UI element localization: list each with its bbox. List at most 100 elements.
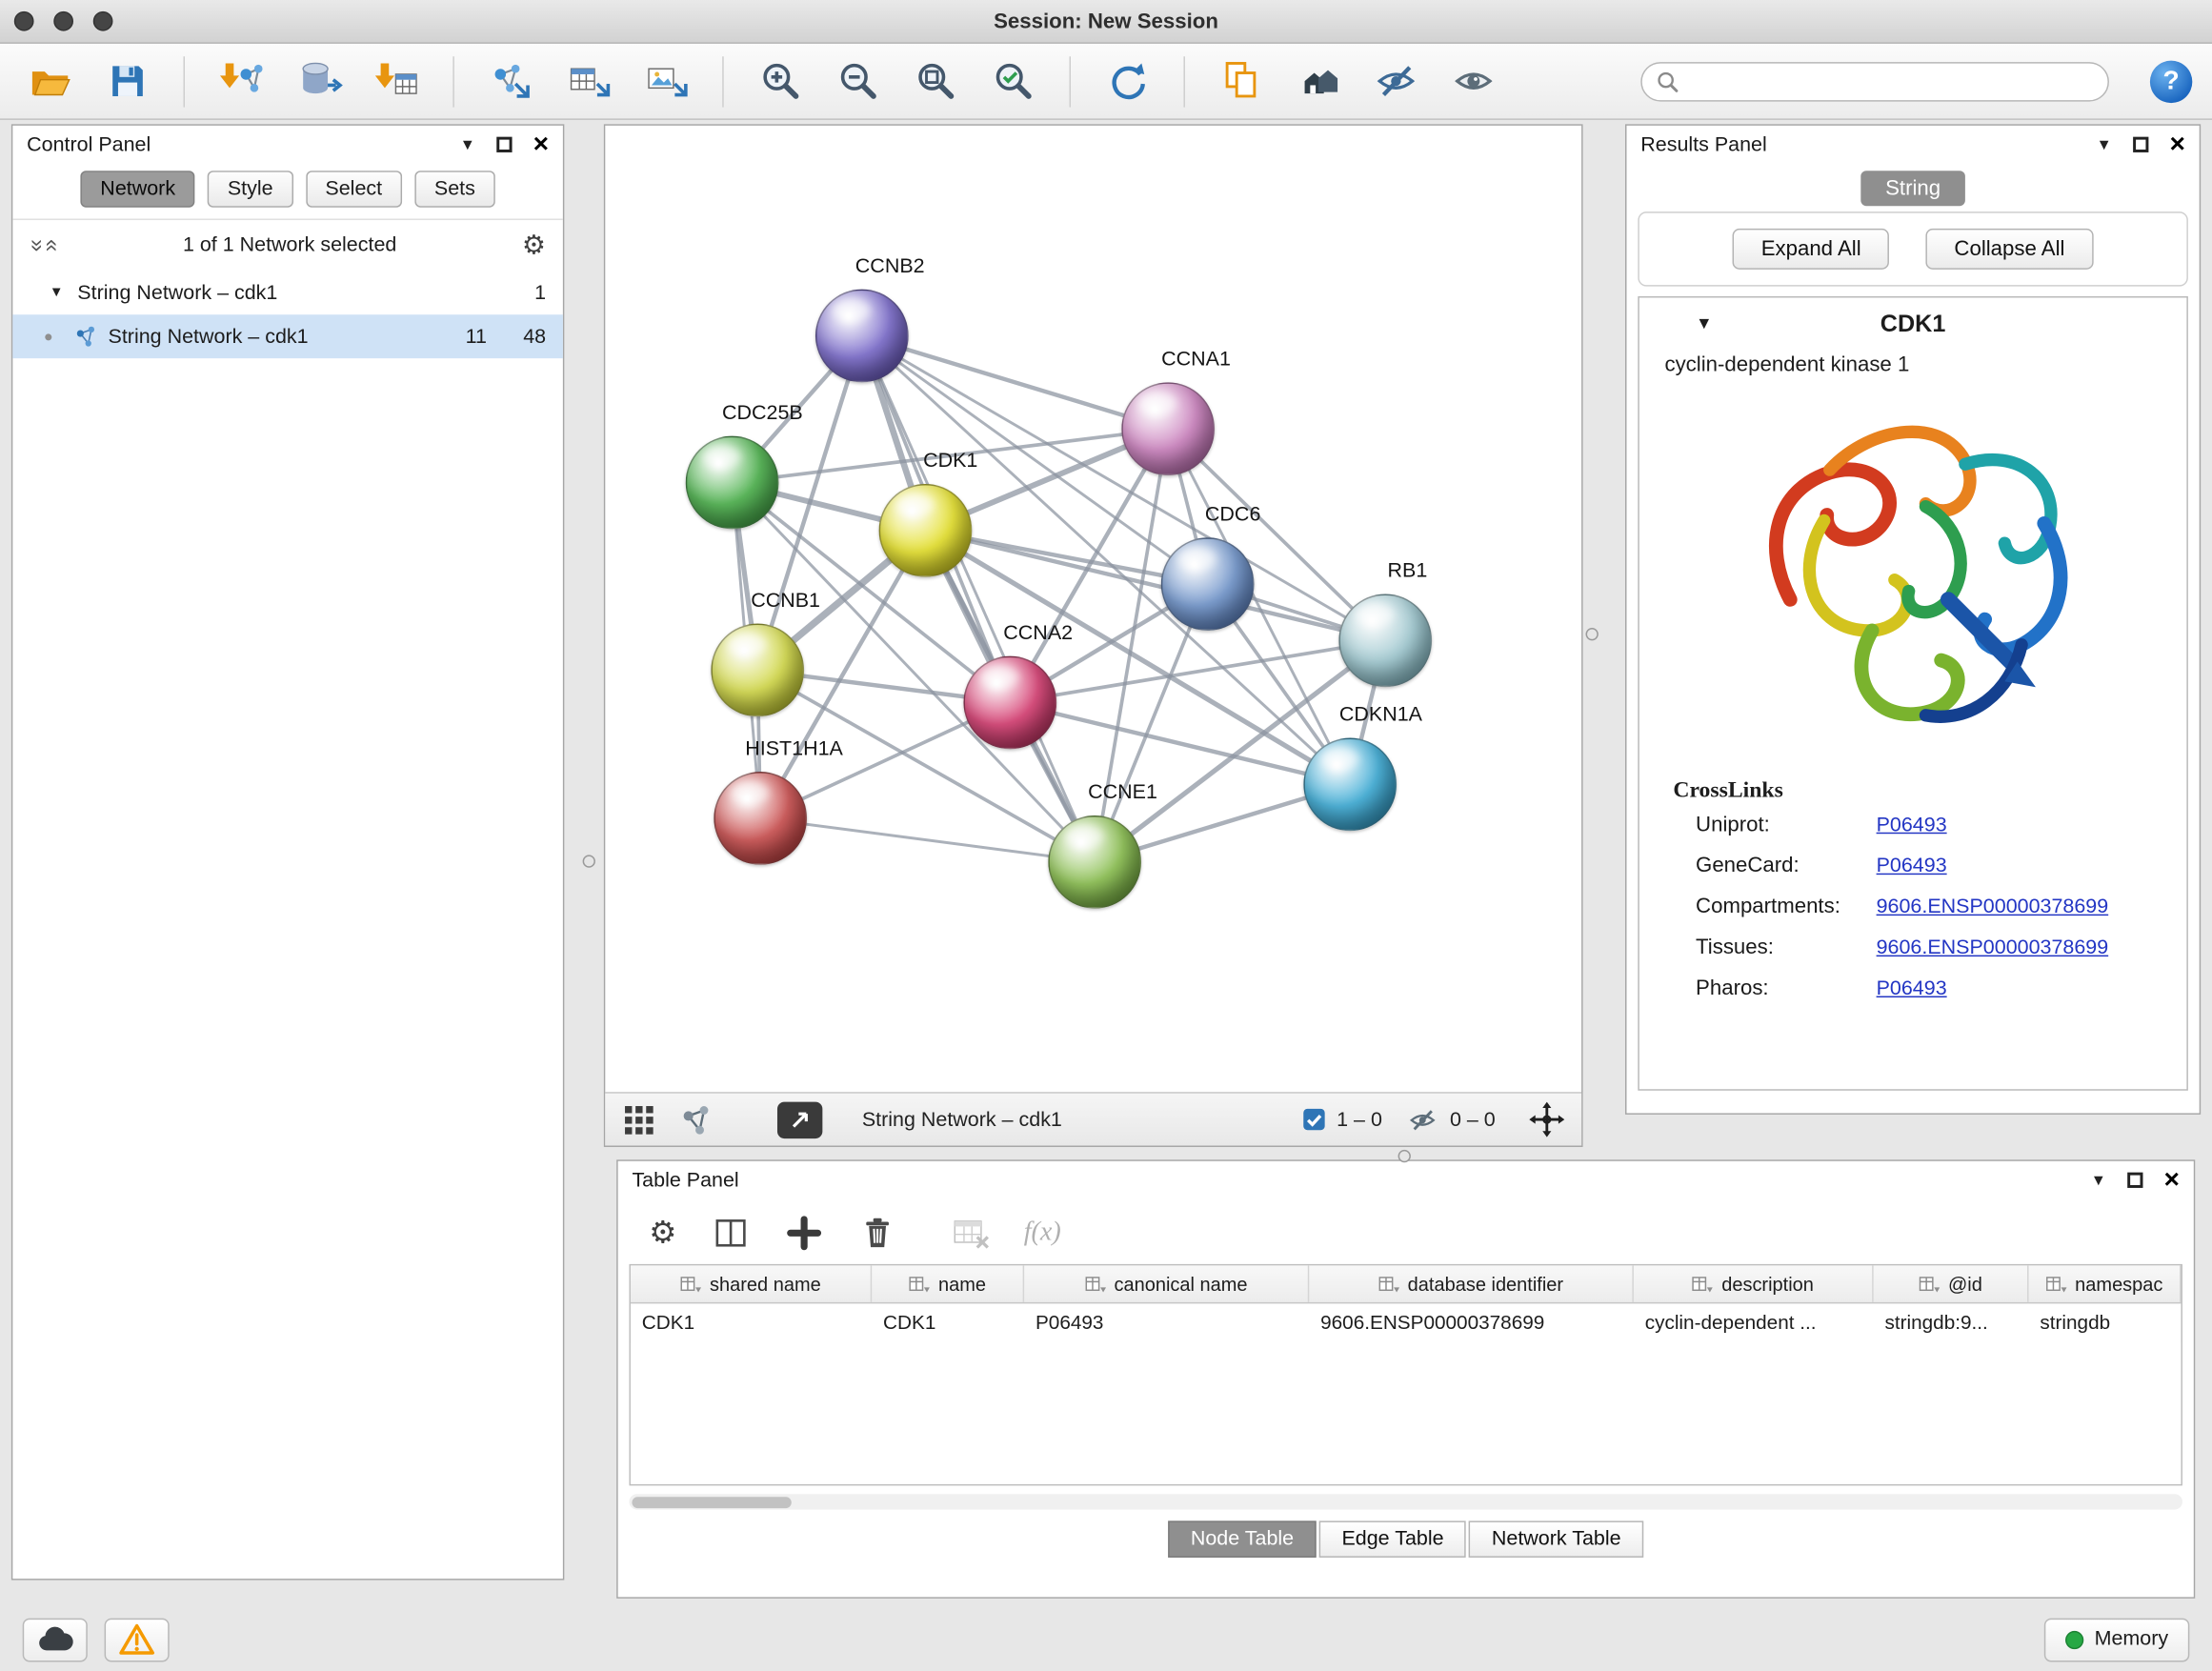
hidden-eye-slash-icon[interactable] bbox=[1408, 1104, 1439, 1136]
column-header-shared-name[interactable]: shared name bbox=[631, 1265, 872, 1302]
tab-network-table[interactable]: Network Table bbox=[1469, 1520, 1643, 1558]
hide-selected-button[interactable] bbox=[1370, 54, 1423, 108]
warnings-button[interactable] bbox=[105, 1618, 170, 1661]
selected-checkbox-icon[interactable] bbox=[1301, 1108, 1325, 1132]
zoom-selected-button[interactable] bbox=[986, 54, 1039, 108]
expand-all-button[interactable]: Expand All bbox=[1733, 229, 1889, 270]
crosslink-value-link[interactable]: P06493 bbox=[1877, 977, 1947, 1000]
maximize-panel-icon[interactable] bbox=[2133, 137, 2148, 152]
network-node-cdkn1a[interactable] bbox=[1303, 738, 1397, 832]
home-button[interactable] bbox=[1293, 54, 1346, 108]
network-edge[interactable] bbox=[862, 335, 1095, 861]
search-input[interactable] bbox=[1687, 70, 2093, 92]
splitter-handle[interactable] bbox=[1398, 1150, 1411, 1162]
cloud-status-button[interactable] bbox=[23, 1618, 88, 1661]
horizontal-scrollbar[interactable] bbox=[629, 1494, 2182, 1509]
close-panel-icon[interactable]: × bbox=[2164, 1170, 2180, 1190]
maximize-panel-icon[interactable] bbox=[2127, 1173, 2142, 1188]
network-node-ccna2[interactable] bbox=[963, 656, 1056, 750]
table-row[interactable]: CDK1CDK1P064939606.ENSP00000378699cyclin… bbox=[631, 1303, 2182, 1342]
close-window-button[interactable] bbox=[14, 11, 34, 31]
tab-style[interactable]: Style bbox=[208, 171, 292, 208]
network-edge[interactable] bbox=[862, 335, 1168, 429]
scrollbar-thumb[interactable] bbox=[632, 1496, 791, 1507]
splitter-handle[interactable] bbox=[1586, 628, 1599, 640]
tab-network[interactable]: Network bbox=[81, 171, 195, 208]
grid-view-button[interactable] bbox=[622, 1102, 656, 1137]
help-button[interactable]: ? bbox=[2150, 60, 2192, 102]
open-session-button[interactable] bbox=[23, 54, 76, 108]
close-panel-icon[interactable]: × bbox=[2169, 134, 2184, 154]
network-options-gear-icon[interactable]: ⚙ bbox=[522, 232, 546, 259]
gene-card-header[interactable]: ▼ CDK1 bbox=[1639, 297, 2187, 344]
duplicate-network-button[interactable] bbox=[1215, 54, 1268, 108]
export-image-button[interactable] bbox=[639, 54, 693, 108]
collection-expanded-icon[interactable]: ▼ bbox=[50, 285, 64, 300]
table-options-gear-icon[interactable]: ⚙ bbox=[649, 1218, 676, 1249]
network-item-row[interactable]: ● String Network – cdk1 11 48 bbox=[12, 314, 563, 358]
tab-node-table[interactable]: Node Table bbox=[1168, 1520, 1317, 1558]
network-node-cdk1[interactable] bbox=[879, 484, 973, 577]
network-collection-row[interactable]: ▼ String Network – cdk1 1 bbox=[12, 271, 563, 314]
import-network-from-database-button[interactable] bbox=[292, 54, 346, 108]
zoom-out-button[interactable] bbox=[831, 54, 884, 108]
network-node-hist1h1a[interactable] bbox=[714, 772, 807, 865]
column-header-name[interactable]: name bbox=[872, 1265, 1024, 1302]
network-node-ccnb2[interactable] bbox=[815, 290, 909, 383]
tab-select[interactable]: Select bbox=[306, 171, 402, 208]
column-header-description[interactable]: description bbox=[1634, 1265, 1874, 1302]
float-panel-icon[interactable]: ▼ bbox=[2091, 1172, 2106, 1189]
collapse-all-button[interactable]: Collapse All bbox=[1926, 229, 2093, 270]
crosslink-value-link[interactable]: P06493 bbox=[1877, 855, 1947, 877]
network-share-button[interactable] bbox=[678, 1102, 713, 1137]
create-column-button[interactable] bbox=[784, 1214, 823, 1253]
export-network-button[interactable] bbox=[484, 54, 537, 108]
column-header--id[interactable]: @id bbox=[1874, 1265, 2029, 1302]
float-panel-icon[interactable]: ▼ bbox=[2097, 136, 2112, 153]
table-cell[interactable]: CDK1 bbox=[872, 1303, 1024, 1342]
crosslink-value-link[interactable]: 9606.ENSP00000378699 bbox=[1877, 896, 2109, 918]
show-columns-button[interactable] bbox=[711, 1214, 750, 1253]
import-table-from-file-button[interactable] bbox=[370, 54, 423, 108]
tab-sets[interactable]: Sets bbox=[414, 171, 494, 208]
zoom-in-button[interactable] bbox=[754, 54, 807, 108]
crosslink-value-link[interactable]: P06493 bbox=[1877, 814, 1947, 836]
gene-expanded-icon[interactable]: ▼ bbox=[1696, 313, 1713, 333]
export-table-button[interactable] bbox=[561, 54, 614, 108]
delete-column-button[interactable] bbox=[857, 1214, 896, 1253]
tab-string[interactable]: String bbox=[1861, 171, 1964, 206]
pan-crosshair-icon[interactable] bbox=[1529, 1102, 1564, 1137]
maximize-panel-icon[interactable] bbox=[496, 137, 512, 152]
minimize-window-button[interactable] bbox=[53, 11, 73, 31]
network-node-ccnb1[interactable] bbox=[711, 624, 804, 717]
network-node-cdc25b[interactable] bbox=[686, 436, 779, 530]
float-panel-icon[interactable]: ▼ bbox=[460, 136, 475, 153]
network-node-ccne1[interactable] bbox=[1048, 815, 1141, 909]
network-edge[interactable] bbox=[760, 818, 1095, 862]
save-session-button[interactable] bbox=[100, 54, 153, 108]
splitter-handle[interactable] bbox=[583, 855, 595, 867]
close-panel-icon[interactable]: × bbox=[533, 134, 549, 154]
zoom-fit-button[interactable] bbox=[909, 54, 962, 108]
column-header-canonical-name[interactable]: canonical name bbox=[1024, 1265, 1309, 1302]
table-cell[interactable]: stringdb bbox=[2029, 1303, 2182, 1342]
table-cell[interactable]: 9606.ENSP00000378699 bbox=[1309, 1303, 1634, 1342]
apply-layout-button[interactable] bbox=[1100, 54, 1154, 108]
crosslink-value-link[interactable]: 9606.ENSP00000378699 bbox=[1877, 936, 2109, 959]
table-cell[interactable]: cyclin-dependent ... bbox=[1634, 1303, 1874, 1342]
network-node-cdc6[interactable] bbox=[1161, 537, 1255, 631]
column-header-database-identifier[interactable]: database identifier bbox=[1309, 1265, 1634, 1302]
network-node-ccna1[interactable] bbox=[1121, 382, 1215, 475]
table-cell[interactable]: CDK1 bbox=[631, 1303, 872, 1342]
memory-button[interactable]: Memory bbox=[2043, 1618, 2189, 1661]
zoom-window-button[interactable] bbox=[93, 11, 113, 31]
network-canvas[interactable]: CCNB2CCNA1CDC25BCDK1CDC6RB1CCNB1CCNA2CDK… bbox=[605, 126, 1581, 1092]
import-network-from-file-button[interactable] bbox=[214, 54, 268, 108]
tab-edge-table[interactable]: Edge Table bbox=[1319, 1520, 1466, 1558]
birdseye-view-button[interactable] bbox=[777, 1101, 822, 1138]
network-node-rb1[interactable] bbox=[1338, 594, 1432, 687]
table-cell[interactable]: P06493 bbox=[1024, 1303, 1309, 1342]
show-all-button[interactable] bbox=[1447, 54, 1500, 108]
collapse-all-icon[interactable]: » bbox=[40, 239, 63, 252]
column-header-namespac[interactable]: namespac bbox=[2029, 1265, 2182, 1302]
